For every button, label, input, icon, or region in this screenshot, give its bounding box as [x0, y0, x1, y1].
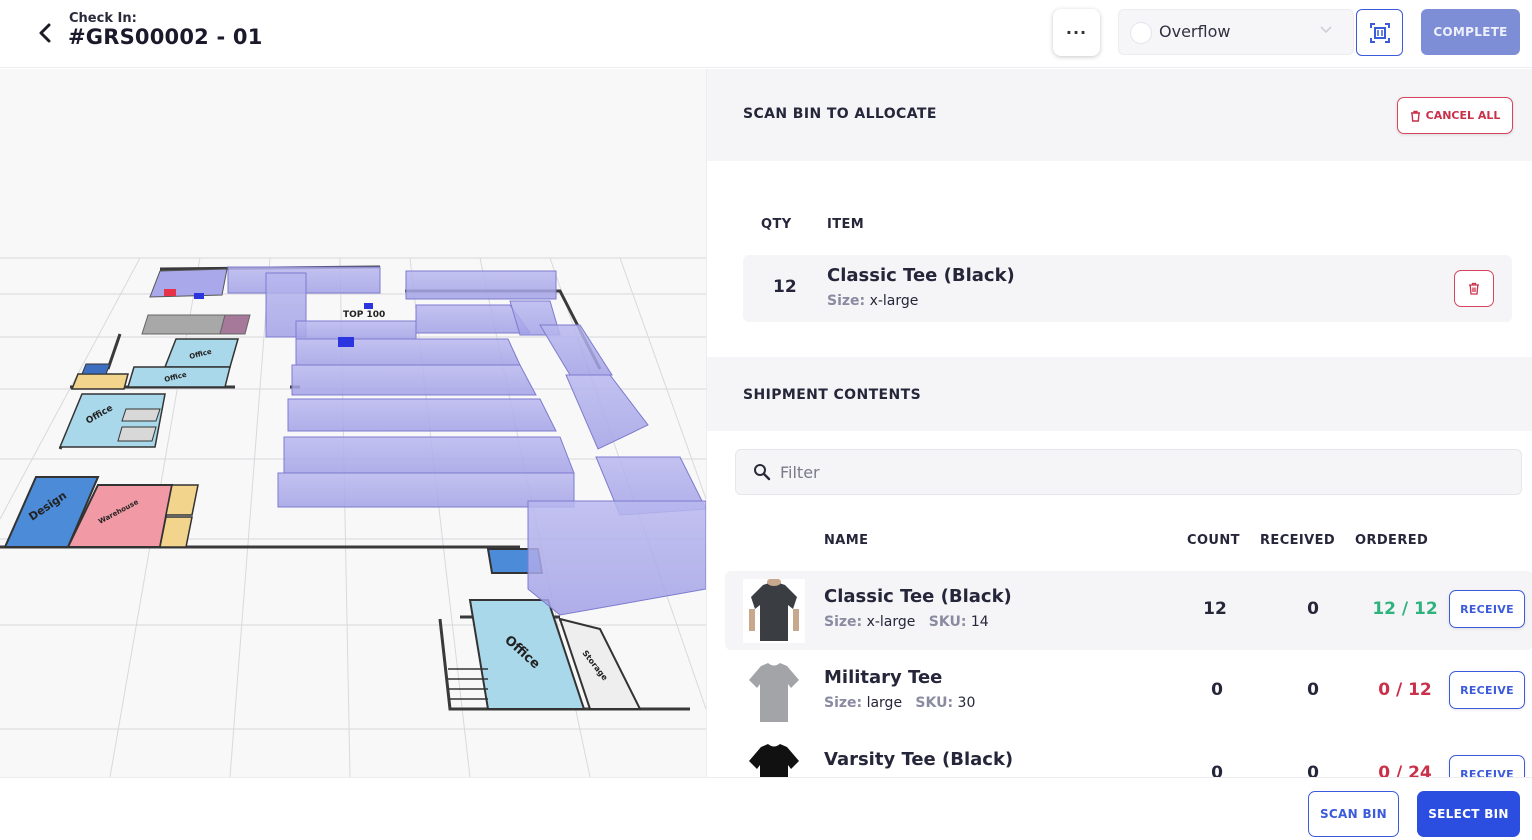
- col-item: ITEM: [827, 217, 865, 232]
- size-label: Size:: [824, 695, 863, 711]
- top-bar: Check In: #GRS00002 - 01 ··· Overflow CO…: [0, 0, 1532, 68]
- filter-field[interactable]: [735, 449, 1522, 495]
- chevron-down-icon: [1319, 24, 1333, 38]
- count-value: 12: [1203, 599, 1227, 619]
- receive-button[interactable]: RECEIVE: [1449, 755, 1525, 777]
- warehouse-3d-map[interactable]: TOP 100 Office Office Office Design Ware…: [0, 69, 706, 777]
- col-received: RECEIVED: [1260, 533, 1336, 548]
- allocate-qty: 12: [773, 277, 797, 297]
- barcode-scan-icon: [1369, 22, 1390, 43]
- allocate-row: 12 Classic Tee (Black) Size: x-large: [743, 255, 1512, 322]
- receive-button[interactable]: RECEIVE: [1449, 590, 1525, 628]
- product-image: [743, 660, 805, 724]
- select-bin-button[interactable]: SELECT BIN: [1417, 791, 1520, 837]
- sku-value: 14: [970, 614, 989, 630]
- allocate-item-name: Classic Tee (Black): [827, 265, 1015, 286]
- bin-select-value: Overflow: [1159, 22, 1231, 41]
- shelving-blocks: [227, 266, 706, 616]
- size-value: large: [866, 695, 903, 711]
- trash-icon: [1469, 282, 1479, 295]
- ordered-value: 0 / 24: [1378, 763, 1432, 777]
- scan-bin-button[interactable]: SCAN BIN: [1308, 791, 1399, 837]
- col-count: COUNT: [1187, 533, 1240, 548]
- filter-input[interactable]: [780, 460, 1480, 484]
- bottom-bar: SCAN BIN SELECT BIN: [0, 777, 1532, 840]
- product-meta: Size: x-large SKU: 14: [824, 614, 989, 630]
- table-row: Varsity Tee (Black) 0 0 0 / 24 RECEIVE: [725, 733, 1532, 777]
- toggle-icon[interactable]: [1131, 23, 1151, 43]
- col-name: NAME: [824, 533, 869, 548]
- room-top: [149, 268, 228, 298]
- product-image: [743, 579, 805, 643]
- sku-label: SKU:: [928, 614, 967, 630]
- product-image: [743, 741, 805, 777]
- ordered-value: 0 / 12: [1378, 680, 1432, 700]
- remove-allocation-button[interactable]: [1454, 270, 1494, 307]
- count-value: 0: [1211, 680, 1223, 700]
- back-arrow-icon[interactable]: [34, 20, 58, 46]
- table-row: Military Tee Size: large SKU: 30 0 0 0 /…: [725, 652, 1532, 731]
- search-icon: [754, 464, 771, 481]
- bin-select[interactable]: Overflow: [1118, 9, 1354, 55]
- allocate-item-size: Size: x-large: [827, 293, 918, 309]
- sku-label: SKU:: [915, 695, 954, 711]
- allocate-title: SCAN BIN TO ALLOCATE: [743, 106, 937, 122]
- allocate-header: SCAN BIN TO ALLOCATE CANCEL ALL: [707, 69, 1532, 161]
- product-name: Varsity Tee (Black): [824, 749, 1014, 770]
- cancel-all-button[interactable]: CANCEL ALL: [1397, 97, 1513, 134]
- received-value: 0: [1307, 599, 1319, 619]
- cancel-all-label: CANCEL ALL: [1425, 109, 1501, 122]
- shipment-header: SHIPMENT CONTENTS: [707, 357, 1532, 431]
- complete-button[interactable]: COMPLETE: [1421, 9, 1520, 55]
- table-row: Classic Tee (Black) Size: x-large SKU: 1…: [725, 571, 1532, 650]
- count-value: 0: [1211, 763, 1223, 777]
- more-options-button[interactable]: ···: [1053, 9, 1100, 56]
- size-value: x-large: [866, 614, 916, 630]
- warehouse-map-svg: TOP 100 Office Office Office Design Ware…: [0, 257, 706, 777]
- page-title: #GRS00002 - 01: [68, 25, 263, 49]
- size-label: Size:: [824, 614, 863, 630]
- allocation-panel: SCAN BIN TO ALLOCATE CANCEL ALL QTY ITEM…: [706, 69, 1532, 777]
- scan-barcode-button[interactable]: [1356, 9, 1403, 56]
- trash-icon: [1410, 110, 1420, 122]
- received-value: 0: [1307, 763, 1319, 777]
- sku-value: 30: [957, 695, 976, 711]
- product-name: Military Tee: [824, 667, 943, 688]
- col-qty: QTY: [761, 217, 792, 232]
- shipment-title: SHIPMENT CONTENTS: [743, 387, 922, 403]
- received-value: 0: [1307, 680, 1319, 700]
- ordered-value: 12 / 12: [1372, 599, 1438, 619]
- col-ordered: ORDERED: [1355, 533, 1429, 548]
- receive-button[interactable]: RECEIVE: [1449, 671, 1525, 709]
- product-meta: Size: large SKU: 30: [824, 695, 975, 711]
- map-label-top: TOP 100: [343, 310, 385, 320]
- size-label: Size:: [827, 293, 866, 309]
- product-name: Classic Tee (Black): [824, 586, 1012, 607]
- size-value: x-large: [869, 293, 919, 309]
- check-in-label: Check In:: [69, 11, 137, 26]
